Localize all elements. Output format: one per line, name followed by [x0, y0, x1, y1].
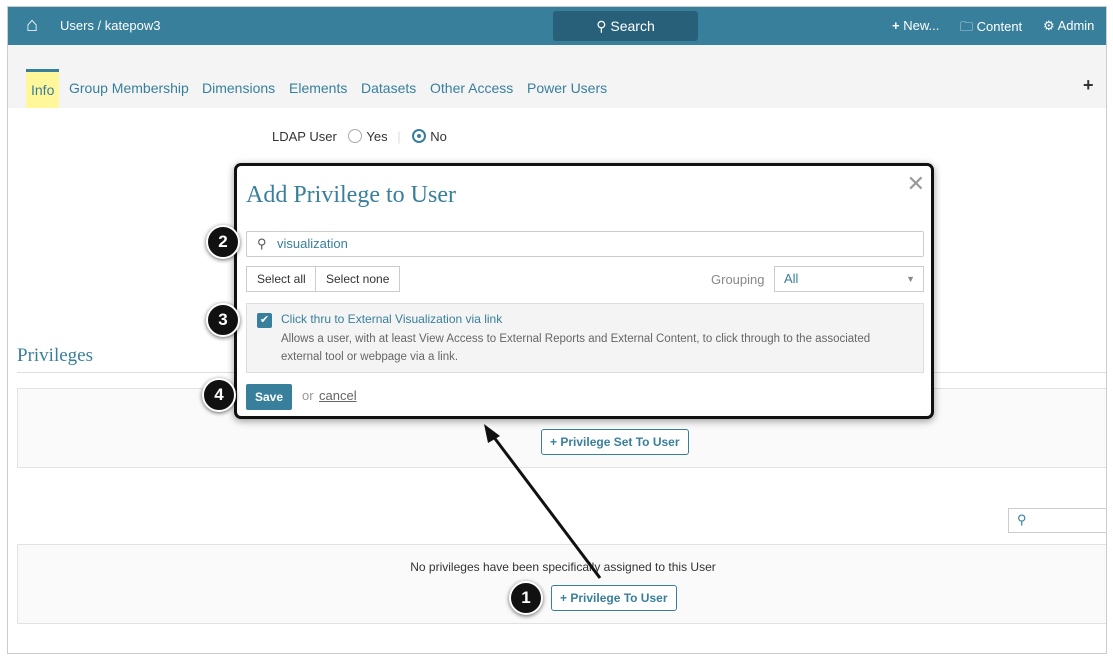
privilege-title[interactable]: Click thru to External Visualization via…	[281, 312, 502, 326]
step-badge-4: 4	[202, 378, 236, 412]
or-text: or	[302, 388, 314, 403]
privilege-item: ✔ Click thru to External Visualization v…	[246, 303, 924, 373]
step-badge-3: 3	[206, 303, 240, 337]
select-all-button[interactable]: Select all	[246, 266, 317, 292]
step-badge-2: 2	[206, 225, 240, 259]
privilege-search-input[interactable]: ⚲ visualization	[246, 231, 924, 257]
add-privilege-modal: Add Privilege to User ✕ ⚲ visualization S…	[234, 163, 934, 419]
chevron-down-icon: ▼	[906, 274, 915, 284]
privilege-description: Allows a user, with at least View Access…	[281, 333, 871, 363]
save-button[interactable]: Save	[246, 384, 293, 410]
search-icon: ⚲	[257, 236, 267, 251]
modal-title: Add Privilege to User	[246, 182, 456, 208]
privilege-checkbox[interactable]: ✔	[257, 313, 272, 328]
step-badge-1: 1	[509, 581, 543, 615]
cancel-link[interactable]: cancel	[319, 388, 357, 403]
grouping-select[interactable]: All ▼	[774, 266, 924, 292]
close-icon[interactable]: ✕	[907, 171, 925, 197]
select-none-button[interactable]: Select none	[315, 266, 401, 292]
grouping-label: Grouping	[711, 272, 765, 287]
